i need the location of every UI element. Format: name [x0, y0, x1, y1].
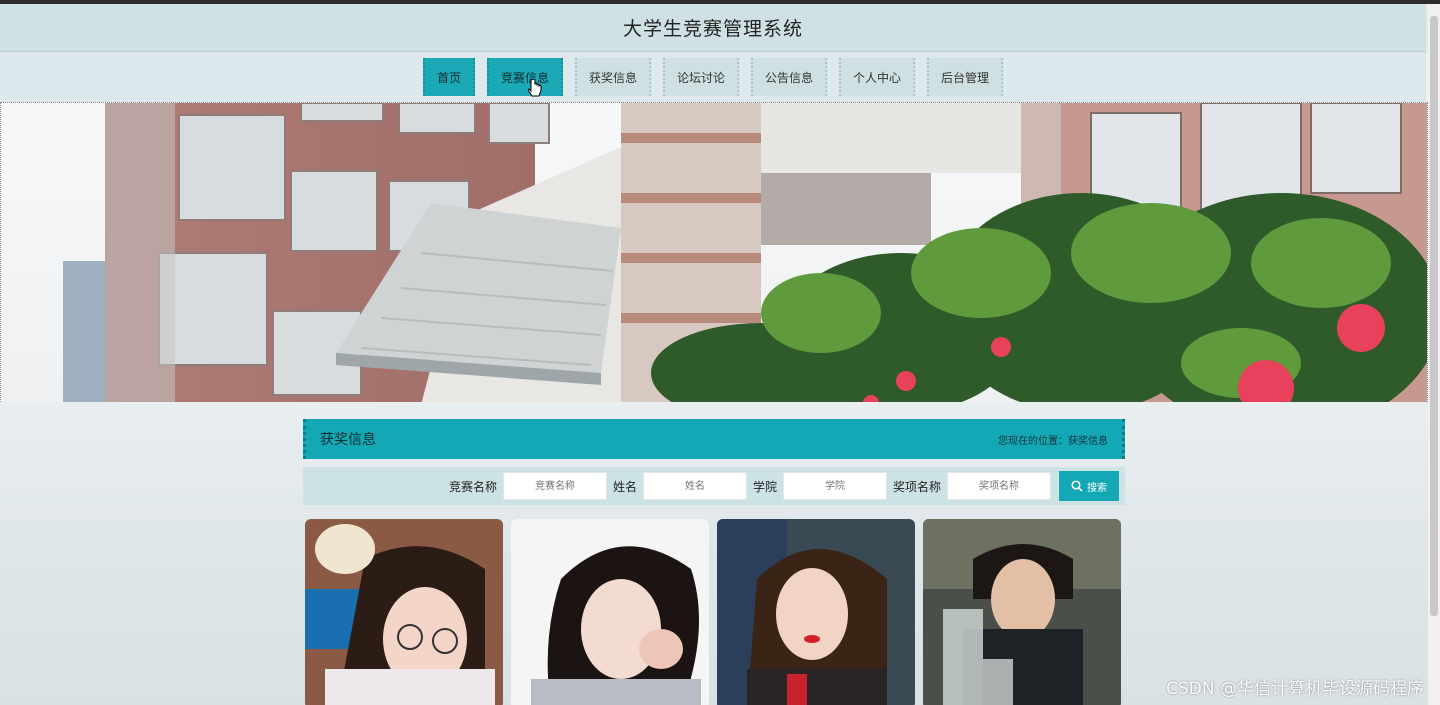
competition-name-label: 竞赛名称 [448, 479, 497, 494]
hero-banner-image [0, 102, 1428, 404]
nav-item-forum[interactable]: 论坛讨论 [662, 58, 739, 96]
breadcrumb: 您现在的位置：获奖信息 [998, 435, 1108, 447]
site-header: 大学生竞赛管理系统 [0, 4, 1426, 52]
campus-building-illustration [1, 103, 1427, 403]
search-bar: 竞赛名称 姓名 学院 奖项名称 搜索 [303, 467, 1125, 505]
nav-item-label: 公告信息 [765, 70, 814, 85]
nav-item-admin[interactable]: 后台管理 [927, 58, 1004, 96]
mouse-cursor-icon [528, 79, 542, 97]
student-name-label: 姓名 [612, 479, 637, 494]
page-scrollbar[interactable] [1428, 4, 1440, 705]
nav-item-label: 论坛讨论 [676, 70, 725, 85]
award-card[interactable] [717, 519, 915, 705]
student-photo [511, 519, 709, 705]
student-photo [305, 519, 503, 705]
college-input[interactable] [782, 472, 887, 500]
college-label: 学院 [752, 479, 777, 494]
student-photo [923, 519, 1121, 705]
competition-name-input[interactable] [502, 472, 607, 500]
search-button[interactable]: 搜索 [1059, 471, 1119, 501]
section-header: 获奖信息 您现在的位置：获奖信息 [303, 419, 1125, 459]
award-name-label: 奖项名称 [892, 479, 941, 494]
nav-item-profile[interactable]: 个人中心 [839, 58, 916, 96]
nav-item-label: 后台管理 [941, 70, 990, 85]
nav-item-label: 获奖信息 [588, 70, 637, 85]
award-name-input[interactable] [947, 472, 1051, 500]
award-card[interactable] [511, 519, 709, 705]
award-card[interactable] [923, 519, 1121, 705]
nav-item-competitions[interactable]: 竞赛信息 [486, 58, 563, 96]
nav-item-home[interactable]: 首页 [422, 58, 475, 96]
nav-item-label: 个人中心 [853, 70, 902, 85]
awards-section: 获奖信息 您现在的位置：获奖信息 竞赛名称 姓名 学院 奖项名称 搜索 [303, 419, 1125, 505]
student-name-input[interactable] [642, 472, 747, 500]
nav-item-announcements[interactable]: 公告信息 [751, 58, 828, 96]
nav-item-label: 首页 [436, 70, 461, 85]
award-card[interactable] [305, 519, 503, 705]
site-title: 大学生竞赛管理系统 [622, 18, 803, 40]
search-icon [1071, 480, 1083, 492]
scrollbar-thumb[interactable] [1430, 16, 1438, 616]
nav-item-awards[interactable]: 获奖信息 [574, 58, 651, 96]
search-button-label: 搜索 [1087, 482, 1107, 494]
section-title: 获奖信息 [320, 432, 376, 448]
student-photo [717, 519, 915, 705]
award-card-list [305, 519, 1121, 705]
watermark: CSDN @华信计算机毕设源码程序 [1166, 679, 1424, 699]
main-nav: 首页 竞赛信息 获奖信息 论坛讨论 公告信息 个人中心 后台管理 [0, 52, 1426, 102]
